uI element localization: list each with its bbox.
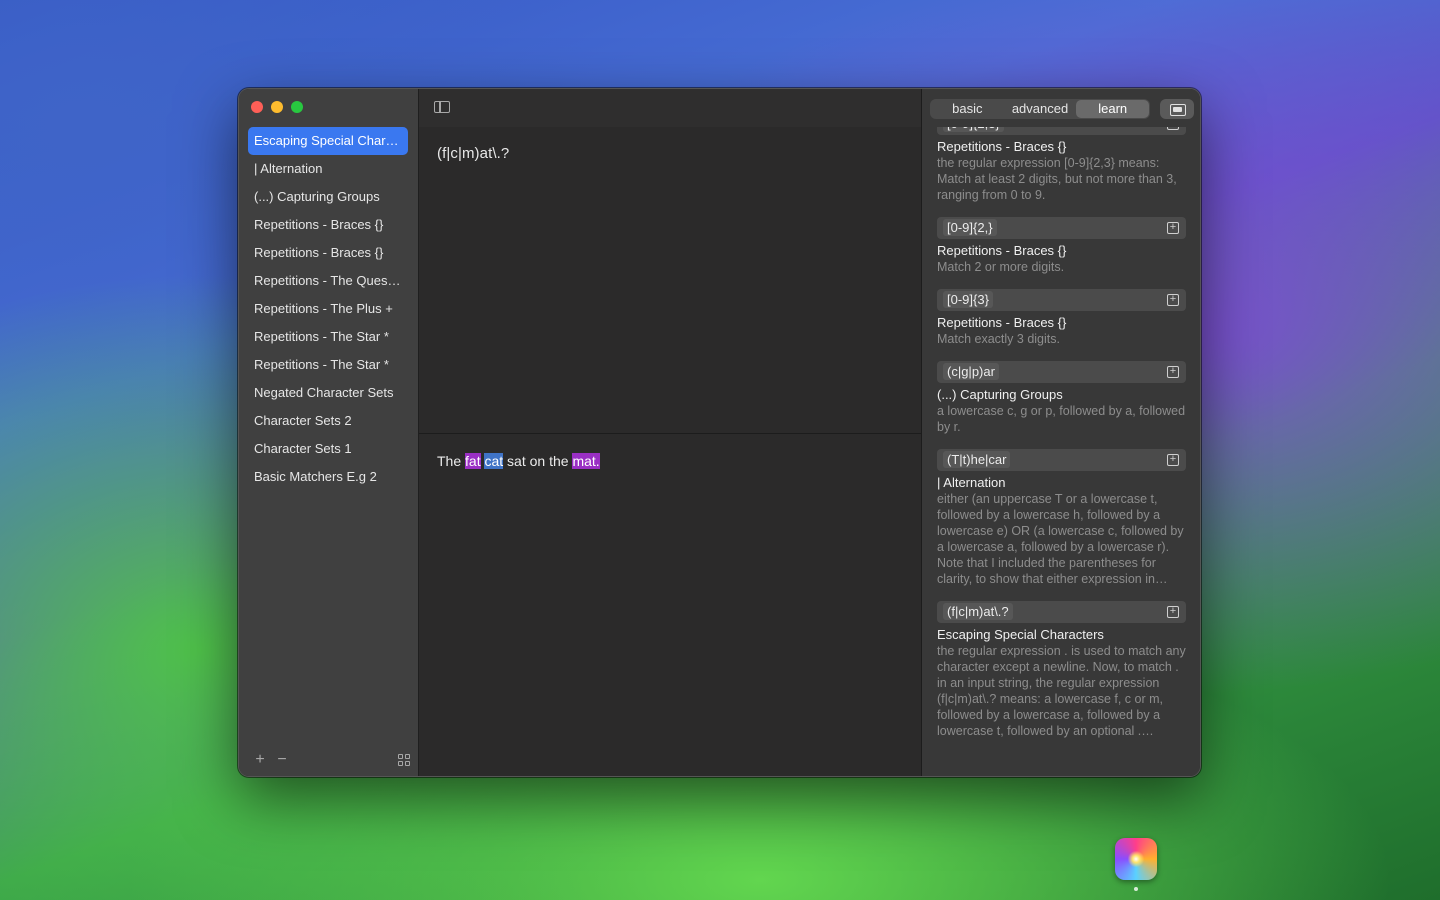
close-button[interactable] (251, 101, 263, 113)
pattern-field[interactable]: [0-9]{3} + (937, 289, 1186, 311)
pattern-title: Repetitions - Braces {} (937, 243, 1067, 258)
zoom-button[interactable] (291, 101, 303, 113)
learn-panel: basicadvancedlearn [0-9]{2,3}+Repetition… (921, 89, 1200, 776)
panel-layout-icon[interactable] (1160, 99, 1194, 119)
pattern-card: (f|c|m)at\.? + Escaping Special Characters… (937, 601, 1186, 739)
sidebar-item[interactable]: Repetitions - The Plus + (248, 295, 408, 323)
sidebar-item[interactable]: Repetitions - The Question Mark ? (248, 267, 408, 295)
pattern-description: the regular expression . is used to matc… (937, 644, 1186, 738)
remove-button[interactable]: − (271, 751, 293, 769)
regex-input[interactable]: (f|c|m)at\.? (419, 127, 921, 434)
pattern-card: (T|t)he|car + | Alternation either (an uppe… (937, 449, 1186, 587)
pattern-field[interactable]: (c|g|p)ar + (937, 361, 1186, 383)
pattern-title: Escaping Special Characters (937, 627, 1104, 642)
dock-running-indicator (1134, 887, 1138, 891)
match-highlight: fat (465, 453, 481, 469)
pattern-text: [0-9]{2,} (943, 219, 997, 236)
insert-pattern-icon[interactable]: + (1167, 222, 1179, 234)
pattern-description: the regular expression [0-9]{2,3} means:… (937, 156, 1177, 202)
window-controls (251, 101, 303, 113)
sidebar-list: Escaping Special Characters | Alternation… (248, 127, 408, 491)
app-window: Escaping Special Characters | Alternation… (238, 88, 1201, 777)
pattern-description: Match exactly 3 digits. (937, 332, 1060, 346)
pattern-card: (c|g|p)ar + (...) Capturing Groups a lowerc… (937, 361, 1186, 435)
pattern-field[interactable]: [0-9]{2,} + (937, 217, 1186, 239)
sidebar-item[interactable]: Repetitions - Braces {} (248, 239, 408, 267)
pattern-description: a lowercase c, g or p, followed by a, fo… (937, 404, 1186, 434)
test-text-input[interactable]: The fat cat sat on the mat. (419, 435, 921, 776)
pattern-title: Repetitions - Braces {} (937, 315, 1067, 330)
pattern-description: Match 2 or more digits. (937, 260, 1065, 274)
pattern-field[interactable]: (f|c|m)at\.? + (937, 601, 1186, 623)
match-highlight: cat (484, 453, 504, 469)
sidebar: Escaping Special Characters | Alternation… (239, 89, 419, 776)
sidebar-item[interactable]: Repetitions - The Star * (248, 323, 408, 351)
tab-advanced[interactable]: advanced (1004, 100, 1077, 118)
insert-pattern-icon[interactable]: + (1167, 454, 1179, 466)
pattern-card: [0-9]{3} + Repetitions - Braces {} Match ex… (937, 289, 1186, 347)
grid-view-icon[interactable] (398, 754, 410, 766)
pattern-text: (c|g|p)ar (943, 363, 999, 380)
minimize-button[interactable] (271, 101, 283, 113)
sidebar-item[interactable]: Basic Matchers E.g 2 (248, 463, 408, 491)
insert-pattern-icon[interactable]: + (1167, 366, 1179, 378)
sidebar-toggle-icon[interactable] (434, 101, 450, 113)
match-highlight: mat. (572, 453, 600, 469)
mode-segmented-control: basic advanced learn (930, 99, 1150, 119)
sidebar-item[interactable]: Negated Character Sets (248, 379, 408, 407)
pattern-text: (T|t)he|car (943, 451, 1011, 468)
regex-text: (f|c|m)at\.? (437, 145, 510, 162)
sidebar-item[interactable]: Character Sets 2 (248, 407, 408, 435)
tab-learn[interactable]: learn (1076, 100, 1150, 118)
editor-area: (f|c|m)at\.? The fat cat sat on the mat. (419, 89, 921, 776)
sidebar-item[interactable]: Character Sets 1 (248, 435, 408, 463)
pattern-text: (f|c|m)at\.? (943, 603, 1013, 620)
test-text-segment: sat on the (503, 453, 573, 469)
dock-app-icon[interactable] (1115, 838, 1157, 880)
test-text-segment: The (437, 453, 466, 469)
sidebar-item[interactable]: | Alternation (248, 155, 408, 183)
panel-toolbar: basic advanced learn (922, 89, 1200, 127)
tab-basic[interactable]: basic (931, 100, 1004, 118)
insert-pattern-icon[interactable]: + (1167, 606, 1179, 618)
pattern-text: [0-9]{3} (943, 291, 993, 308)
pattern-title: (...) Capturing Groups (937, 387, 1063, 402)
pattern-card: [0-9]{2,} + Repetitions - Braces {} Match 2… (937, 217, 1186, 275)
pattern-cards: [0-9]{2,3}+Repetitions - Braces {}the re… (937, 113, 1186, 753)
add-button[interactable]: + (249, 751, 271, 769)
pattern-field[interactable]: (T|t)he|car + (937, 449, 1186, 471)
sidebar-item[interactable]: Escaping Special Characters (248, 127, 408, 155)
sidebar-item[interactable]: (...) Capturing Groups (248, 183, 408, 211)
sidebar-item[interactable]: Repetitions - Braces {} (248, 211, 408, 239)
editor-toolbar (419, 89, 921, 127)
pattern-title: Repetitions - Braces {} (937, 139, 1067, 154)
sidebar-footer: + − (249, 750, 410, 770)
sidebar-item[interactable]: Repetitions - The Star * (248, 351, 408, 379)
pattern-title: | Alternation (937, 475, 1006, 490)
pattern-description: either (an uppercase T or a lowercase t,… (937, 492, 1184, 586)
insert-pattern-icon[interactable]: + (1167, 294, 1179, 306)
